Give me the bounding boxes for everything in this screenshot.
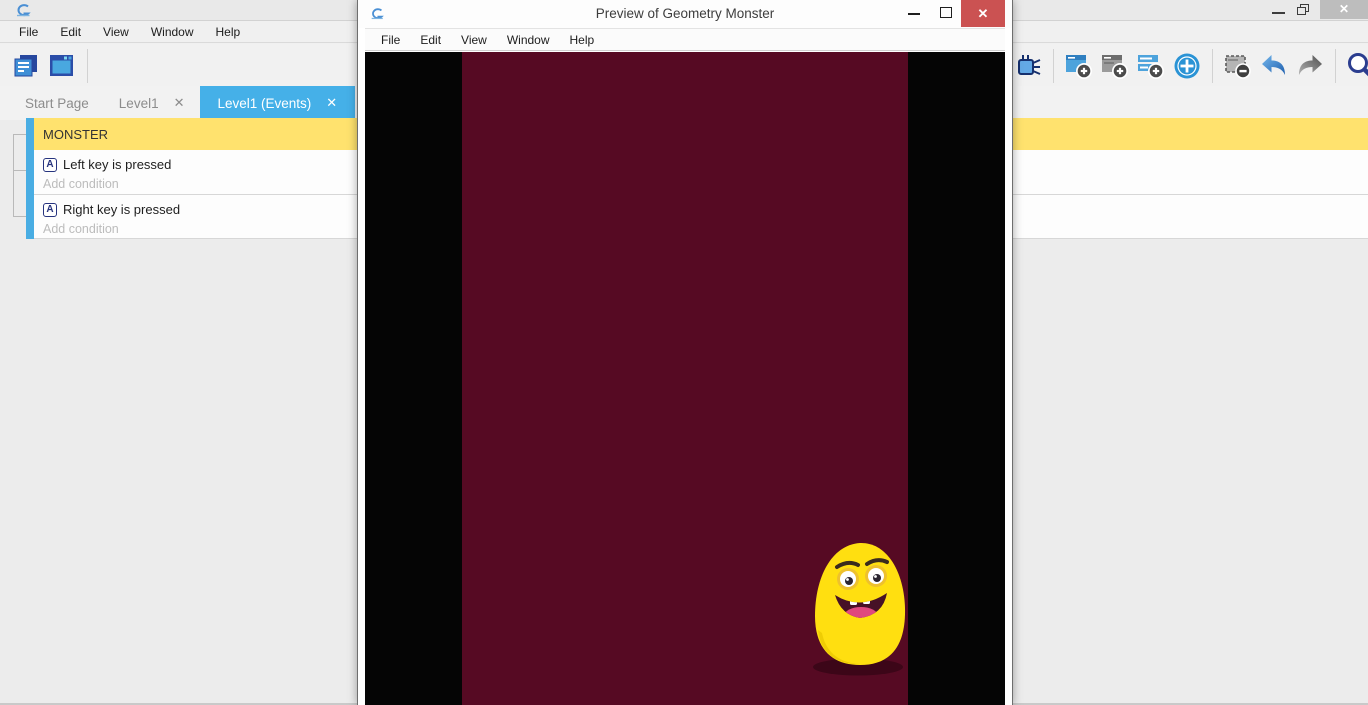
condition-text: Right key is pressed <box>63 202 180 217</box>
menu-edit[interactable]: Edit <box>49 25 92 39</box>
add-other-event-icon[interactable] <box>1171 50 1203 82</box>
menu-window[interactable]: Window <box>497 33 560 47</box>
gdevelop-logo-icon <box>14 3 32 18</box>
event-handle[interactable] <box>26 195 34 239</box>
preview-menubar: File Edit View Window Help <box>365 28 1005 51</box>
main-close-button[interactable]: ✕ <box>1320 0 1368 19</box>
menu-edit[interactable]: Edit <box>410 33 451 47</box>
event-handle[interactable] <box>26 150 34 195</box>
game-stage <box>462 52 908 705</box>
menu-help[interactable]: Help <box>205 25 252 39</box>
redo-icon[interactable] <box>1294 50 1326 82</box>
preview-minimize-button[interactable] <box>908 13 920 15</box>
main-minimize-button[interactable] <box>1272 12 1285 14</box>
menu-window[interactable]: Window <box>140 25 205 39</box>
menu-file[interactable]: File <box>8 25 49 39</box>
toolbar-separator <box>87 49 88 83</box>
undo-icon[interactable] <box>1258 50 1290 82</box>
menu-view[interactable]: View <box>92 25 140 39</box>
preview-close-button[interactable]: ✕ <box>961 0 1005 27</box>
search-icon[interactable] <box>1345 50 1368 82</box>
delete-event-icon[interactable] <box>1222 50 1254 82</box>
menu-view[interactable]: View <box>451 33 497 47</box>
debugger-icon[interactable] <box>1012 50 1044 82</box>
tree-line <box>13 134 26 135</box>
event-group-handle[interactable] <box>26 118 34 150</box>
tree-line <box>13 134 14 216</box>
scene-editor-icon[interactable] <box>46 50 78 82</box>
toolbar-separator <box>1335 49 1336 83</box>
events-sheet-icon[interactable] <box>10 50 42 82</box>
tab-label: Level1 <box>119 96 159 111</box>
toolbar-separator <box>1212 49 1213 83</box>
preview-titlebar[interactable]: Preview of Geometry Monster ✕ <box>358 0 1012 28</box>
tab-label: Start Page <box>25 96 89 111</box>
keyboard-key-icon: A <box>43 158 57 172</box>
menu-help[interactable]: Help <box>560 33 605 47</box>
preview-window[interactable]: Preview of Geometry Monster ✕ File Edit … <box>357 0 1013 705</box>
keyboard-key-icon: A <box>43 203 57 217</box>
toolbar-separator <box>1053 49 1054 83</box>
tab-close-icon[interactable]: ✕ <box>174 95 185 111</box>
monster-sprite <box>812 538 908 678</box>
tree-line <box>13 170 26 171</box>
tab-level1-events[interactable]: Level1 (Events) ✕ <box>200 86 356 120</box>
add-event-icon[interactable] <box>1063 50 1095 82</box>
add-sub-event-icon[interactable] <box>1099 50 1131 82</box>
preview-maximize-button[interactable] <box>940 7 952 18</box>
tree-line <box>13 216 26 217</box>
condition-text: Left key is pressed <box>63 157 171 172</box>
add-comment-icon[interactable] <box>1135 50 1167 82</box>
main-restore-button[interactable] <box>1297 4 1309 15</box>
tab-label: Level1 (Events) <box>218 96 312 111</box>
tab-start-page[interactable]: Start Page <box>10 86 104 120</box>
game-viewport[interactable] <box>365 52 1005 705</box>
menu-file[interactable]: File <box>371 33 410 47</box>
tab-level1[interactable]: Level1 ✕ <box>104 86 200 120</box>
tab-close-icon[interactable]: ✕ <box>326 95 337 111</box>
